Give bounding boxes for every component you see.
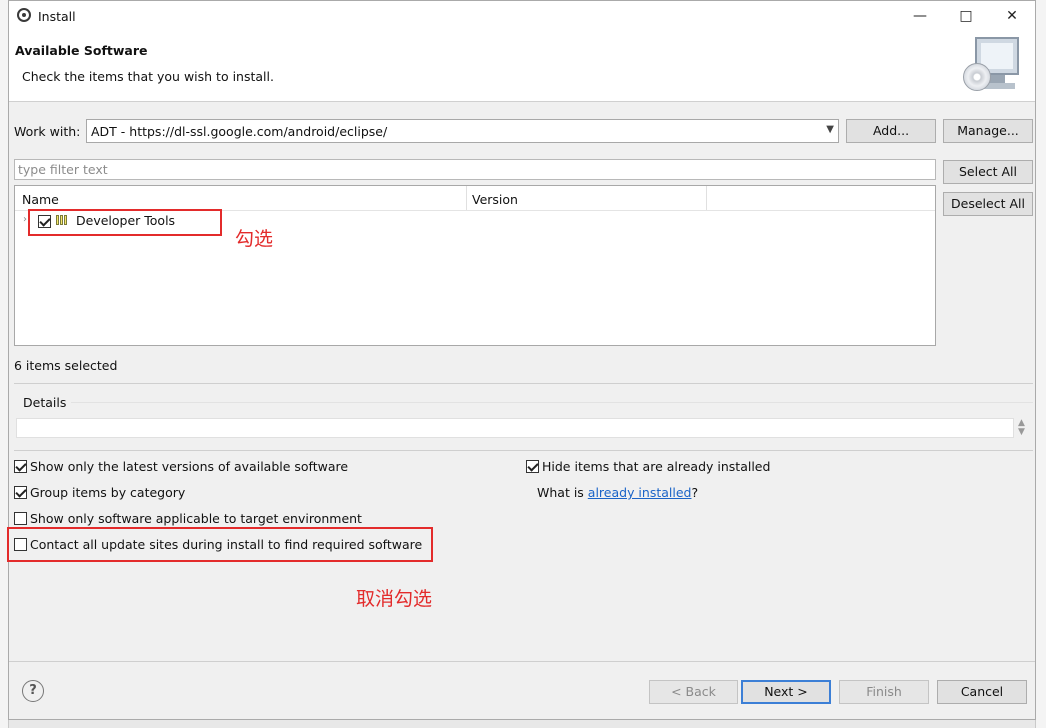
work-with-combo[interactable]: ADT - https://dl-ssl.google.com/android/… [86,119,839,143]
already-installed-link[interactable]: already installed [588,485,692,500]
cancel-button[interactable]: Cancel [937,680,1027,704]
help-icon[interactable]: ? [22,680,44,702]
footer-divider [9,661,1035,662]
page-description: Check the items that you wish to install… [22,69,274,84]
annotation-check: 勾选 [235,228,274,250]
group-by-category-checkbox[interactable] [14,486,27,499]
divider [14,383,1033,384]
eclipse-icon [17,8,31,22]
monitor-cd-icon [963,37,1023,95]
next-button[interactable]: Next > [741,680,831,704]
details-group-line [71,402,1033,403]
deselect-all-button[interactable]: Deselect All [943,192,1033,216]
manage-sites-button[interactable]: Manage... [943,119,1033,143]
page-title: Available Software [15,43,148,58]
install-dialog: Install — □ ✕ Available Software Check t… [7,0,1036,720]
finish-button[interactable]: Finish [839,680,929,704]
chevron-down-icon[interactable]: ▼ [826,124,834,135]
tree-header: Name Version [15,186,935,211]
expand-arrow-icon[interactable]: › [23,214,27,225]
work-with-label: Work with: [14,124,81,139]
filter-field[interactable] [14,159,936,180]
selection-status: 6 items selected [14,358,118,373]
column-header-name[interactable]: Name [22,192,59,207]
annotation-uncheck: 取消勾选 [356,588,433,610]
add-site-button[interactable]: Add... [846,119,936,143]
minimize-button[interactable]: — [897,1,943,31]
select-all-button[interactable]: Select All [943,160,1033,184]
details-label: Details [23,395,67,410]
close-button[interactable]: ✕ [989,1,1035,31]
back-button[interactable]: < Back [649,680,738,704]
hide-installed-label[interactable]: Hide items that are already installed [542,459,770,474]
title-bar: Install — □ ✕ [9,1,1035,31]
what-is-installed-text: What is already installed? [537,485,699,500]
latest-versions-label[interactable]: Show only the latest versions of availab… [30,459,348,474]
wizard-header: Available Software Check the items that … [9,31,1035,102]
details-scroll-icon[interactable]: ▲ ▼ [1018,419,1025,437]
hide-installed-checkbox[interactable] [526,460,539,473]
divider [14,450,1033,451]
maximize-button[interactable]: □ [943,1,989,31]
column-header-version[interactable]: Version [472,192,518,207]
target-environment-checkbox[interactable] [14,512,27,525]
highlight-box-developer-tools [28,209,222,236]
window-title: Install [38,9,76,24]
details-text[interactable] [16,418,1014,438]
highlight-box-contact-sites [7,527,433,562]
group-by-category-label[interactable]: Group items by category [30,485,185,500]
filter-input[interactable] [15,160,935,179]
target-environment-label[interactable]: Show only software applicable to target … [30,511,362,526]
latest-versions-checkbox[interactable] [14,460,27,473]
work-with-value: ADT - https://dl-ssl.google.com/android/… [91,124,388,139]
background-window-edge-right [1035,0,1046,728]
